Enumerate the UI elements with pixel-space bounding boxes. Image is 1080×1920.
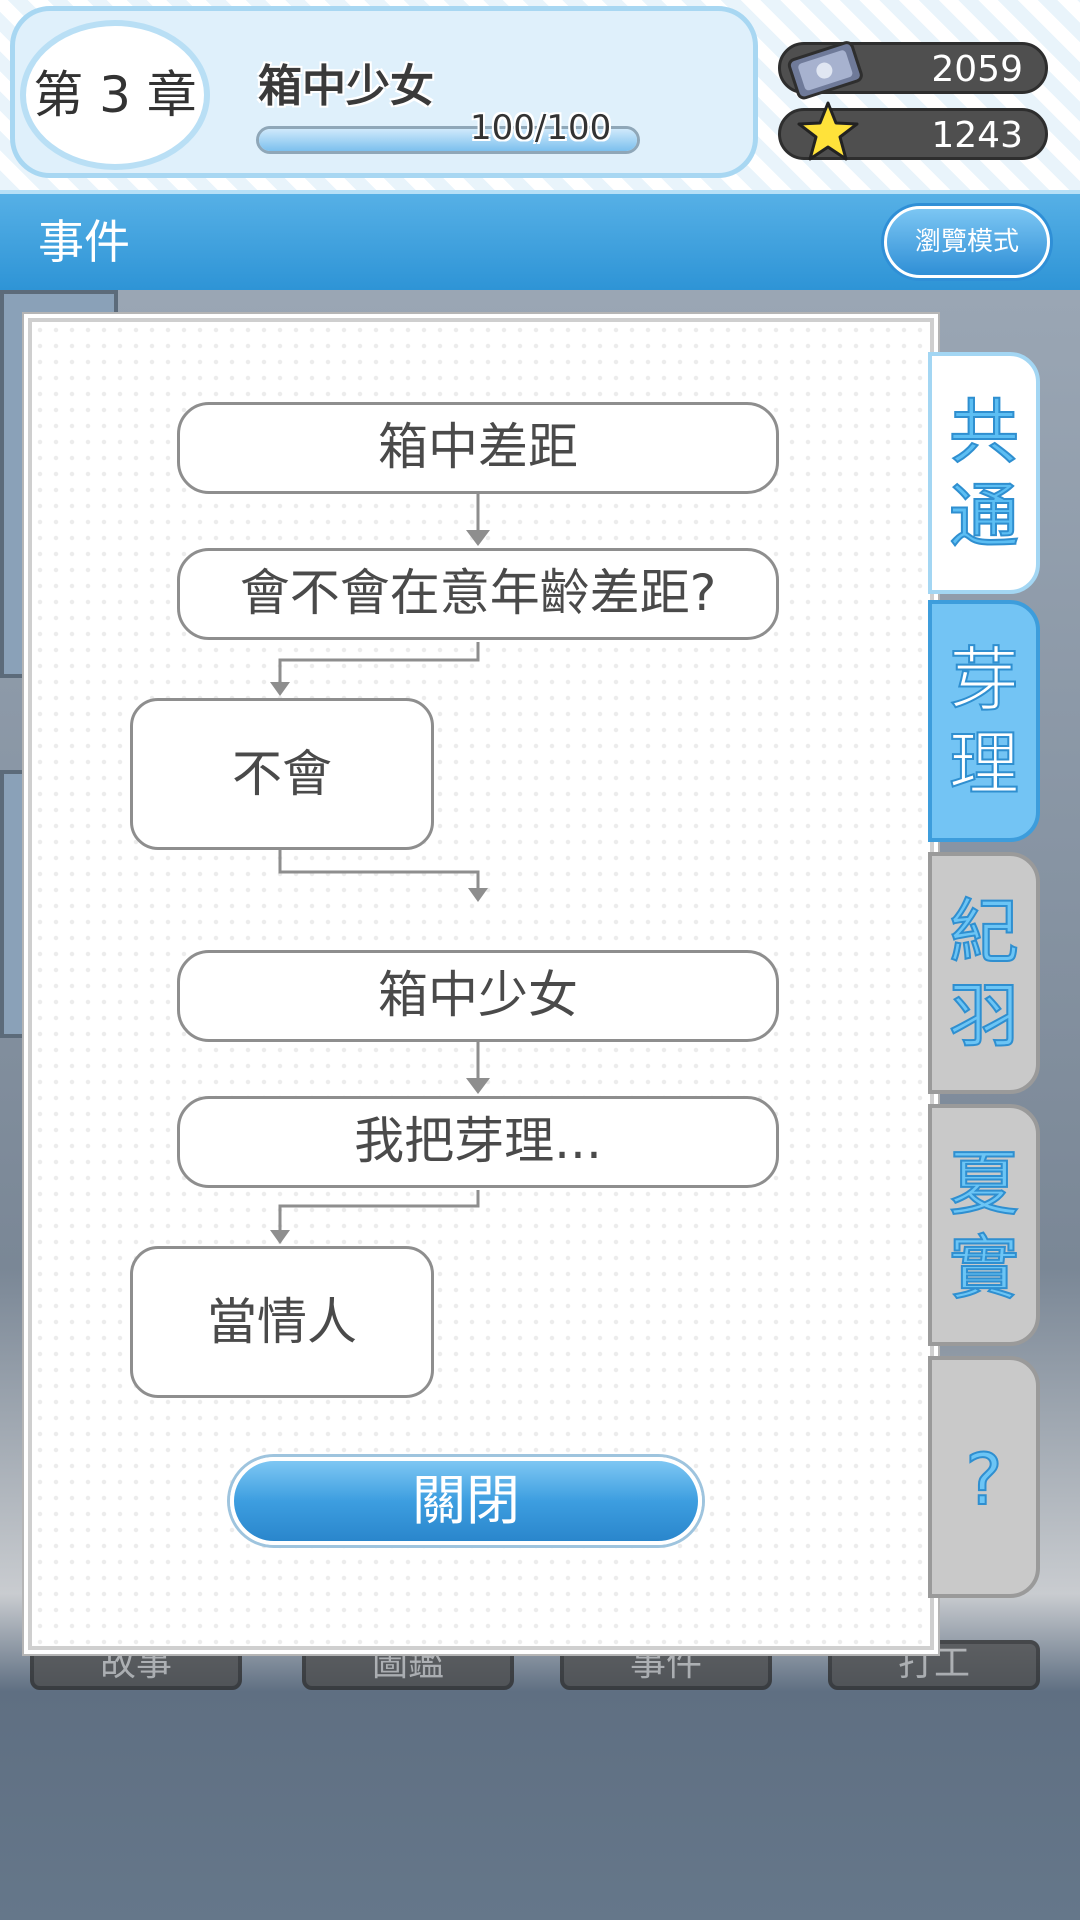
flow-node-choice: 不會 [130, 698, 434, 850]
tab-unknown[interactable]: ? [928, 1356, 1040, 1598]
tab-kiu[interactable]: 紀羽 [928, 852, 1040, 1094]
tab-meri[interactable]: 芽理 [928, 600, 1040, 842]
tab-natsumi[interactable]: 夏實 [928, 1104, 1040, 1346]
tab-common[interactable]: 共通 [928, 352, 1040, 594]
flow-node-event: 箱中差距 [177, 402, 779, 494]
flow-node-question: 我把芽理... [177, 1096, 779, 1188]
flow-node-choice: 當情人 [130, 1246, 434, 1398]
flow-node-event: 箱中少女 [177, 950, 779, 1042]
close-button[interactable]: 關閉 [230, 1457, 702, 1545]
flow-node-question: 會不會在意年齡差距? [177, 548, 779, 640]
